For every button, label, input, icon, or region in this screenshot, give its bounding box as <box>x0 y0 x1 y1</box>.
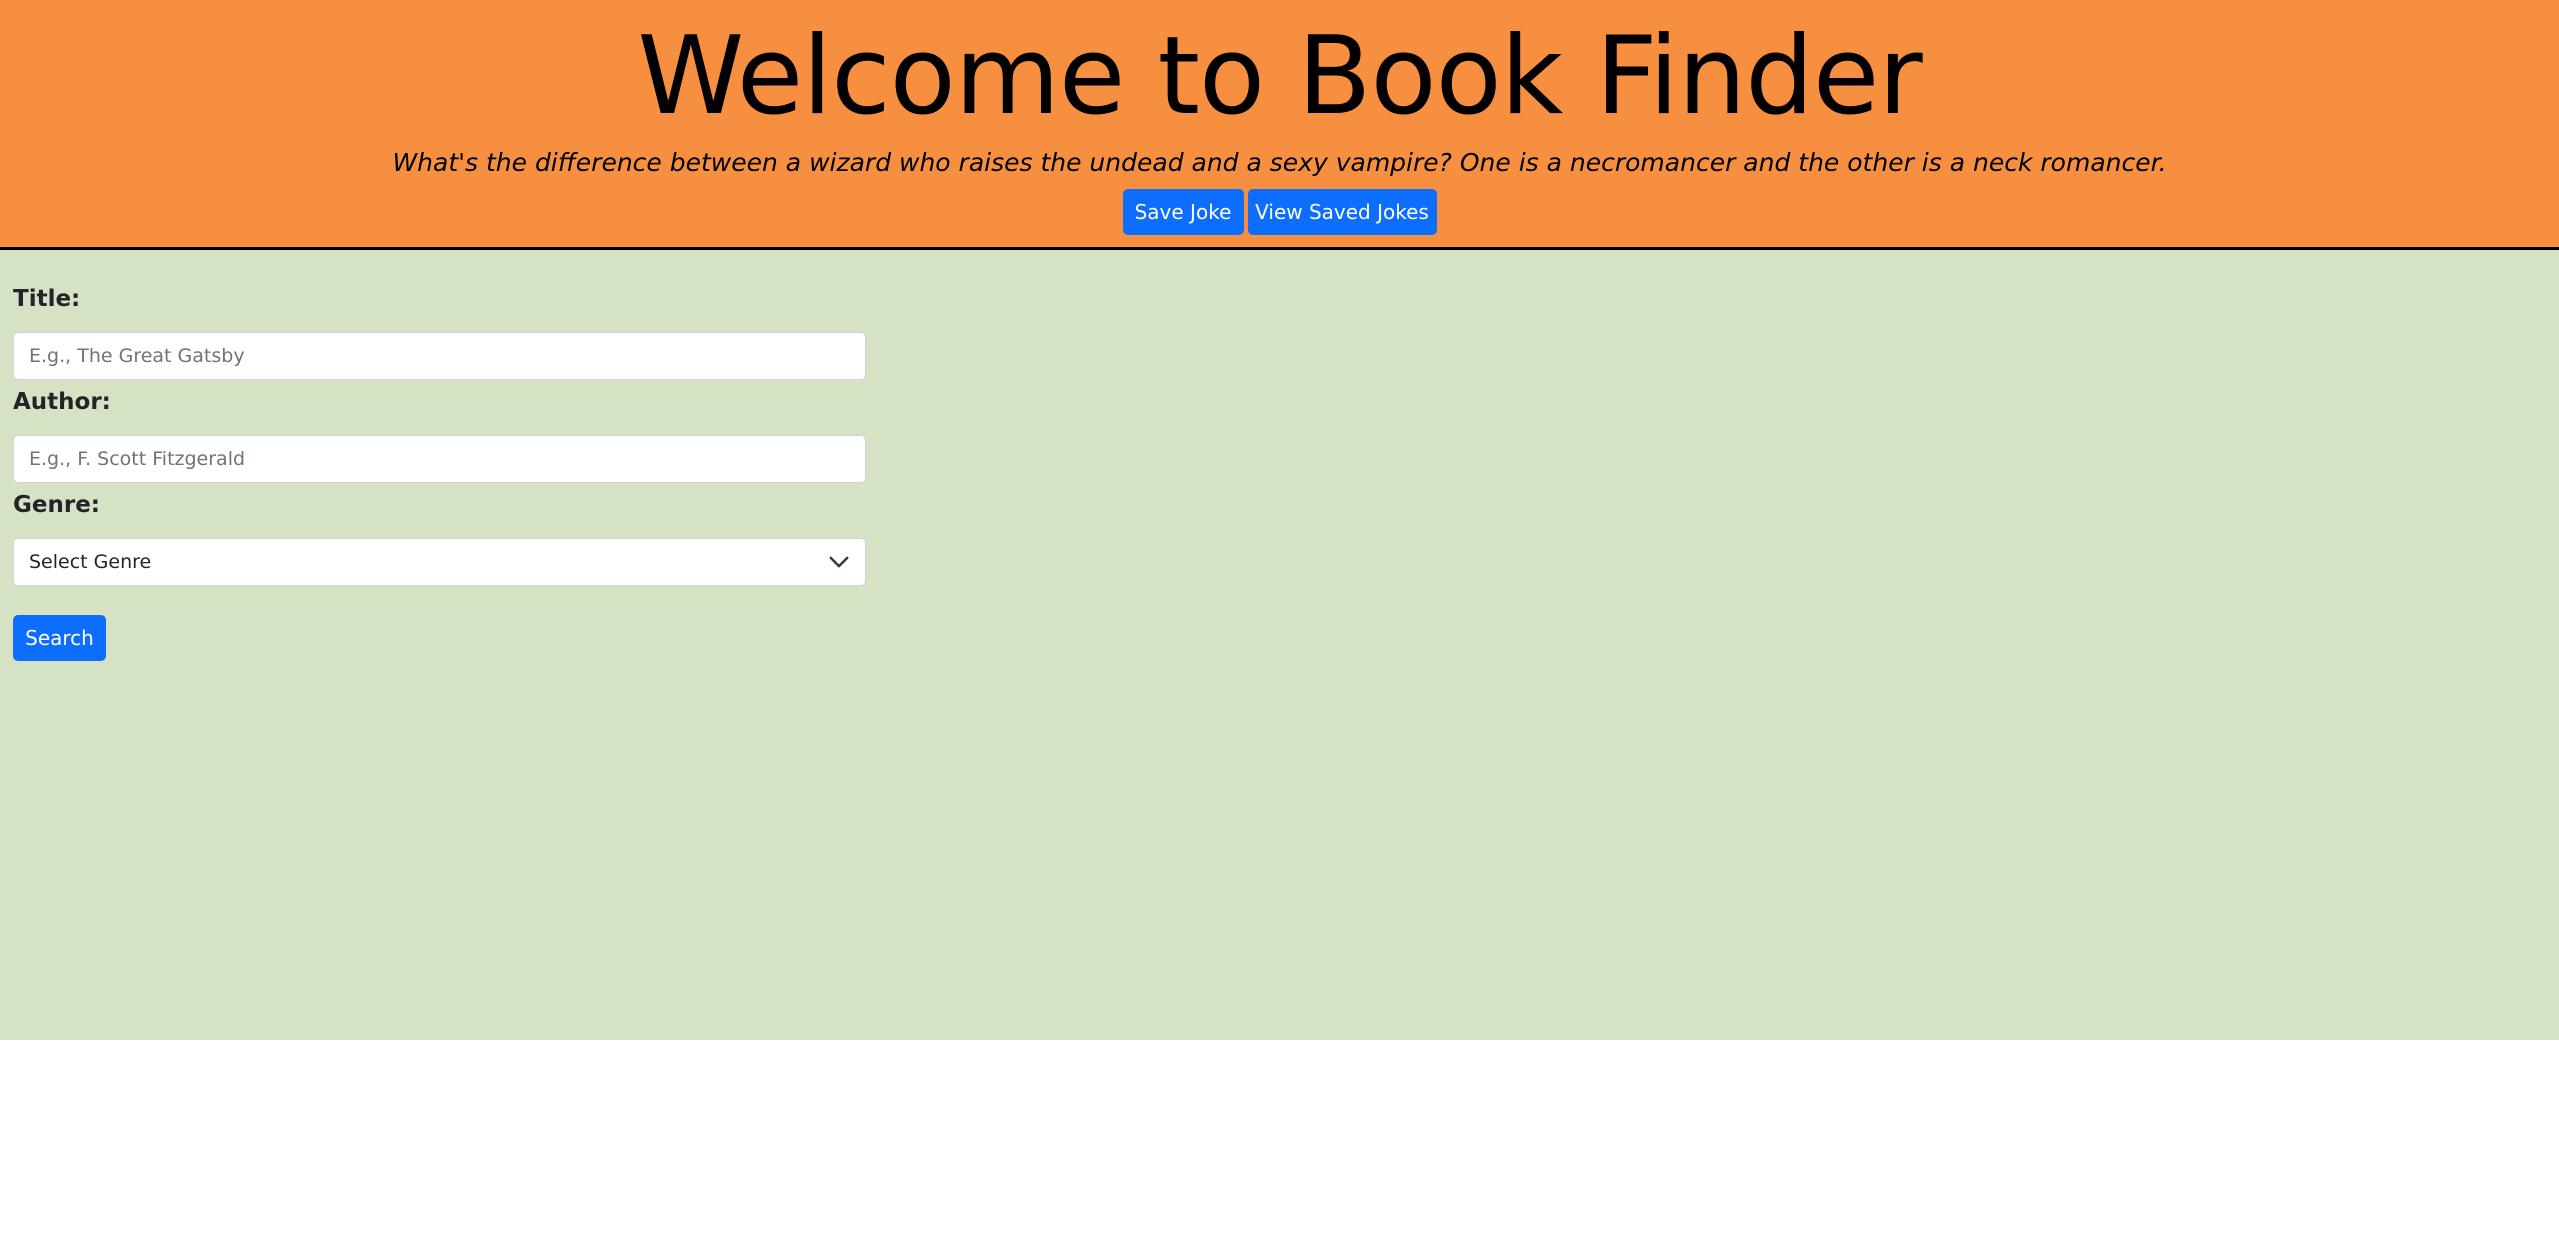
author-label: Author: <box>13 389 111 415</box>
genre-select[interactable]: Select Genre <box>13 538 866 586</box>
site-header: Welcome to Book Finder What's the differ… <box>0 0 2559 250</box>
joke-text: What's the difference between a wizard w… <box>392 148 2167 177</box>
save-joke-button[interactable]: Save Joke <box>1122 189 1244 235</box>
view-saved-jokes-button[interactable]: View Saved Jokes <box>1247 189 1437 235</box>
joke-actions: Save Joke View Saved Jokes <box>0 189 2559 235</box>
page-title: Welcome to Book Finder <box>637 14 1922 139</box>
genre-label: Genre: <box>13 492 100 518</box>
chevron-down-icon <box>828 551 850 573</box>
title-label: Title: <box>13 286 81 312</box>
page: Welcome to Book Finder What's the differ… <box>0 0 2559 1240</box>
search-button[interactable]: Search <box>13 615 106 661</box>
genre-selected-value: Select Genre <box>29 551 152 573</box>
author-input[interactable] <box>13 435 866 483</box>
book-search-form: Title: Author: Genre: Select Genre Searc… <box>0 250 2559 1040</box>
title-input[interactable] <box>13 332 866 380</box>
